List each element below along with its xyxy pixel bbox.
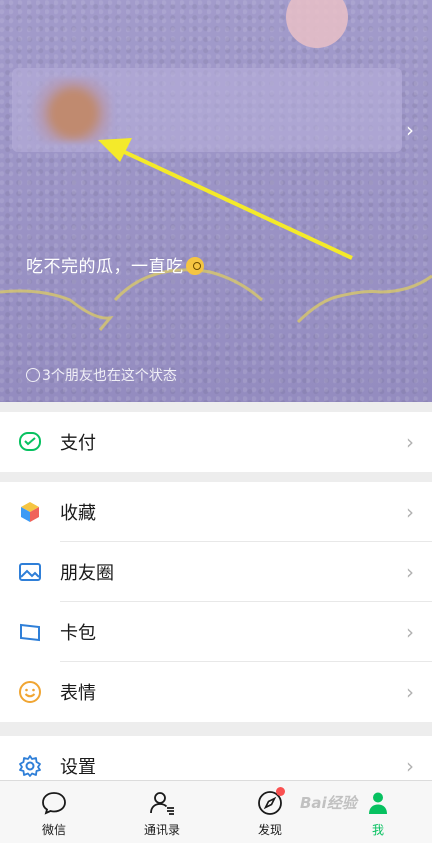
arrow-head — [98, 138, 132, 162]
menu-item-settings-label: 设置 — [60, 757, 96, 778]
chevron-right-icon: › — [406, 754, 414, 778]
card-wallet-icon — [20, 623, 40, 642]
status-banner[interactable]: › 吃不完的瓜，一直吃 3个朋友也在这个状态 — [0, 0, 432, 402]
menu-item-pay[interactable]: 支付 › — [0, 412, 432, 472]
tab-chats-label: 微信 — [41, 823, 66, 837]
wave-decoration — [0, 268, 432, 331]
menu-item-favorites[interactable]: 收藏 › — [0, 482, 432, 542]
notification-dot — [276, 787, 285, 796]
features-group: 收藏 › 朋友圈 › 卡包 › 表情 › — [0, 482, 432, 722]
status-text-label: 吃不完的瓜，一直吃 — [26, 257, 184, 277]
status-text[interactable]: 吃不完的瓜，一直吃 — [26, 252, 204, 277]
smiley-icon — [19, 681, 41, 703]
friends-status-line[interactable]: 3个朋友也在这个状态 — [26, 365, 177, 385]
tab-discover-label: 发现 — [257, 823, 282, 837]
friends-icon — [26, 368, 40, 382]
chevron-right-icon: › — [406, 560, 414, 584]
menu-item-moments-label: 朋友圈 — [60, 563, 114, 584]
friends-status-label: 3个朋友也在这个状态 — [42, 368, 177, 384]
menu-item-stickers-label: 表情 — [60, 683, 96, 704]
menu-item-pay-label: 支付 — [60, 433, 96, 454]
tab-contacts-label: 通讯录 — [143, 823, 180, 837]
menu-item-stickers[interactable]: 表情 › — [0, 662, 432, 722]
chat-bubble-icon — [42, 792, 66, 815]
menu-item-cards[interactable]: 卡包 › — [0, 602, 432, 662]
pay-group: 支付 › — [0, 412, 432, 472]
gear-icon — [19, 755, 41, 777]
tab-contacts[interactable]: 通讯录 — [122, 789, 202, 838]
wechat-pay-icon — [19, 432, 41, 451]
arrow-shaft — [119, 148, 353, 260]
cube-icon — [21, 502, 39, 522]
tab-discover[interactable]: 发现 — [230, 787, 310, 838]
monocle-emoji-icon — [185, 257, 204, 275]
chevron-right-icon: › — [406, 500, 414, 524]
chevron-right-icon: › — [406, 430, 414, 454]
person-icon — [369, 792, 387, 814]
menu-item-moments[interactable]: 朋友圈 › — [0, 542, 432, 602]
chevron-right-icon: › — [406, 620, 414, 644]
menu-item-cards-label: 卡包 — [60, 623, 96, 644]
settings-group: 设置 › — [0, 736, 432, 780]
watermark: Bai经验 — [300, 794, 357, 812]
tab-me-label: 我 — [371, 823, 384, 837]
menu-item-settings[interactable]: 设置 › — [0, 736, 432, 780]
annotation-arrow — [0, 138, 432, 331]
image-icon — [19, 563, 41, 581]
bottom-tab-bar: 微信 通讯录 发现 我 — [0, 780, 432, 843]
chevron-right-icon: › — [406, 680, 414, 704]
tab-chats[interactable]: 微信 — [14, 789, 94, 838]
contacts-icon — [150, 792, 174, 815]
menu-item-favorites-label: 收藏 — [60, 503, 96, 524]
